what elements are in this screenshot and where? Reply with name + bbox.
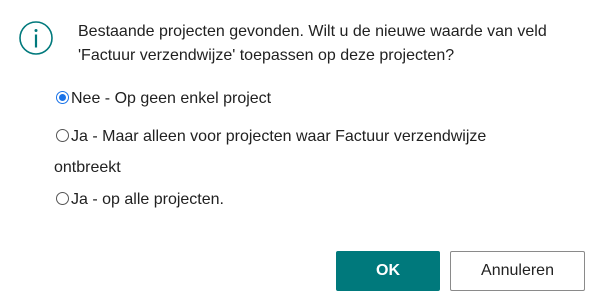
radio-option-none[interactable] xyxy=(56,91,69,104)
option-all[interactable]: Ja - op alle projecten. xyxy=(56,189,224,211)
ok-button[interactable]: OK xyxy=(336,251,440,291)
radio-option-only-missing[interactable] xyxy=(56,129,69,142)
option-none[interactable]: Nee - Op geen enkel project xyxy=(56,88,271,110)
dialog-message: Bestaande projecten gevonden. Wilt u de … xyxy=(78,20,588,68)
option-none-label: Nee - Op geen enkel project xyxy=(71,90,272,107)
option-only-missing[interactable]: Ja - Maar alleen voor projecten waar Fac… xyxy=(56,126,486,148)
option-all-label: Ja - op alle projecten. xyxy=(71,191,224,208)
info-icon xyxy=(19,21,53,55)
confirmation-dialog: Bestaande projecten gevonden. Wilt u de … xyxy=(0,0,601,305)
radio-option-all[interactable] xyxy=(56,192,69,205)
cancel-button[interactable]: Annuleren xyxy=(450,251,585,291)
option-only-missing-label: Ja - Maar alleen voor projecten waar Fac… xyxy=(71,128,487,145)
option-only-missing-label-cont: ontbreekt xyxy=(54,159,121,176)
dialog-message-line1: Bestaande projecten gevonden. Wilt u de … xyxy=(78,23,547,40)
dialog-message-line2: 'Factuur verzendwijze' toepassen op deze… xyxy=(78,47,455,64)
